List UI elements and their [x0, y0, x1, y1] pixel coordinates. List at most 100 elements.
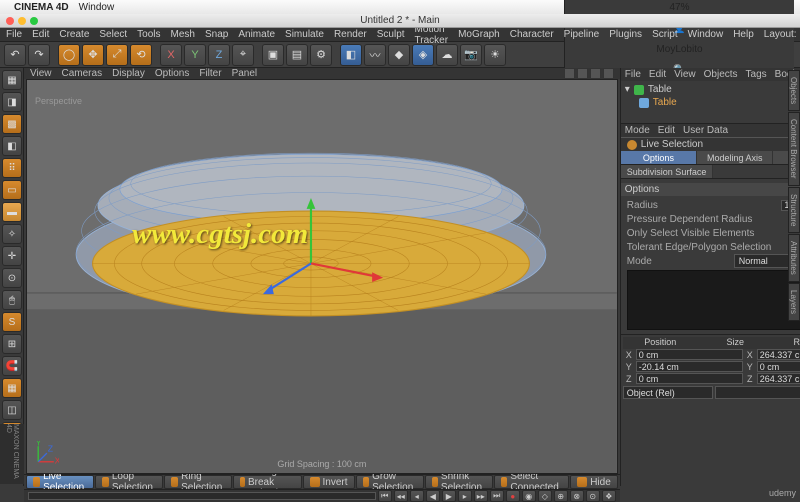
goto-end-icon[interactable]: ⏭ [490, 490, 504, 502]
coordinate-sys-icon[interactable]: ⌖ [232, 44, 254, 66]
om-tags-menu[interactable]: Tags [746, 69, 767, 80]
live-selection-tool-icon[interactable]: ◯ [58, 44, 80, 66]
snap-magnet-icon[interactable]: 🧲 [2, 356, 22, 376]
keyframe-sel-icon[interactable]: ◇ [538, 490, 552, 502]
hide-button[interactable]: Hide [570, 475, 618, 489]
camera-icon[interactable]: 📷 [460, 44, 482, 66]
object-label[interactable]: Table [653, 97, 677, 108]
menu-file[interactable]: File [6, 29, 22, 40]
environment-icon[interactable]: ☁ [436, 44, 458, 66]
goto-start-icon[interactable]: ⏮ [378, 490, 392, 502]
move-tool-icon[interactable]: ✥ [82, 44, 104, 66]
attr-userdata-menu[interactable]: User Data [683, 125, 728, 136]
play-back-icon[interactable]: ◀ [426, 490, 440, 502]
model-mode-icon[interactable]: ◨ [2, 92, 22, 112]
cube-primitive-icon[interactable]: ◧ [340, 44, 362, 66]
menu-window[interactable]: Window [688, 29, 724, 40]
locked-workplane-icon[interactable]: 🖱 [2, 290, 22, 310]
menu-pipeline[interactable]: Pipeline [564, 29, 600, 40]
menu-create[interactable]: Create [59, 29, 89, 40]
tab-subdivision-surface[interactable]: Subdivision Surface [621, 165, 714, 178]
snap-enable-icon[interactable]: S [2, 312, 22, 332]
timeline-track[interactable] [28, 492, 376, 500]
view-menu[interactable]: View [30, 68, 52, 79]
vtab-objects[interactable]: Objects [788, 70, 800, 111]
menu-edit[interactable]: Edit [32, 29, 49, 40]
object-tree[interactable]: ▾ Table Table [621, 81, 800, 111]
live-selection-button[interactable]: Live Selection [26, 475, 94, 489]
light-icon[interactable]: ☀ [484, 44, 506, 66]
attr-mode-menu[interactable]: Mode [625, 125, 650, 136]
invert-button[interactable]: Invert [303, 475, 355, 489]
options-menu[interactable]: Options [155, 68, 189, 79]
render-settings-icon[interactable]: ⚙ [310, 44, 332, 66]
texture-mode-icon[interactable]: ▩ [2, 114, 22, 134]
menu-tools[interactable]: Tools [137, 29, 160, 40]
coord-size-x[interactable] [757, 349, 800, 360]
tweak-mode-icon[interactable]: ✧ [2, 224, 22, 244]
next-key-icon[interactable]: ▸▸ [474, 490, 488, 502]
coord-mode-select[interactable]: Object (Rel) [623, 386, 714, 399]
loop-selection-button[interactable]: Loop Selection [95, 475, 163, 489]
key-pos-icon[interactable]: ⊕ [554, 490, 568, 502]
minimize-button[interactable] [18, 17, 26, 25]
point-mode-icon[interactable]: ⠿ [2, 158, 22, 178]
redo-button[interactable]: ↷ [28, 44, 50, 66]
om-file-menu[interactable]: File [625, 69, 641, 80]
render-pv-icon[interactable]: ▤ [286, 44, 308, 66]
menu-simulate[interactable]: Simulate [285, 29, 324, 40]
generator-icon[interactable]: ◆ [388, 44, 410, 66]
object-axis-mode-icon[interactable]: ◧ [2, 136, 22, 156]
spline-icon[interactable]: 〰 [364, 44, 386, 66]
zoom-button[interactable] [30, 17, 38, 25]
menu-character[interactable]: Character [510, 29, 554, 40]
vtab-layers[interactable]: Layers [788, 283, 800, 321]
display-menu[interactable]: Display [112, 68, 145, 79]
viewport-nav4-icon[interactable] [603, 68, 614, 79]
coord-size-y[interactable] [757, 361, 800, 372]
x-axis-button[interactable]: X [160, 44, 182, 66]
shrink-selection-button[interactable]: Shrink Selection [425, 475, 493, 489]
prev-key-icon[interactable]: ◂◂ [394, 490, 408, 502]
y-axis-button[interactable]: Y [184, 44, 206, 66]
panel-menu[interactable]: Panel [232, 68, 258, 79]
workplane-icon[interactable]: ⊞ [2, 334, 22, 354]
coord-size-z[interactable] [757, 373, 800, 384]
render-view-icon[interactable]: ▣ [262, 44, 284, 66]
viewport[interactable]: Perspective [26, 79, 618, 474]
polygon-mode-icon[interactable]: ▬ [2, 202, 22, 222]
object-row-table-parent[interactable]: ▾ Table [625, 83, 800, 96]
filter-menu[interactable]: Filter [199, 68, 221, 79]
grow-selection-button[interactable]: Grow Selection [356, 475, 424, 489]
scale-tool-icon[interactable]: ⤢ [106, 44, 128, 66]
menu-render[interactable]: Render [334, 29, 367, 40]
menu-help[interactable]: Help [733, 29, 754, 40]
vtab-structure[interactable]: Structure [788, 187, 800, 233]
autokey-icon[interactable]: ◉ [522, 490, 536, 502]
play-fwd-icon[interactable]: ▶ [442, 490, 456, 502]
viewport-solo-icon[interactable]: ⊙ [2, 268, 22, 288]
menu-sculpt[interactable]: Sculpt [377, 29, 405, 40]
tab-options[interactable]: Options [621, 151, 697, 164]
menu-select[interactable]: Select [99, 29, 127, 40]
key-rot-icon[interactable]: ⊙ [586, 490, 600, 502]
record-key-icon[interactable]: ● [506, 490, 520, 502]
om-edit-menu[interactable]: Edit [649, 69, 666, 80]
mac-app-name[interactable]: CINEMA 4D [14, 2, 69, 13]
rotate-tool-icon[interactable]: ⟲ [130, 44, 152, 66]
key-param-icon[interactable]: ❖ [602, 490, 616, 502]
coord-pos-z[interactable] [636, 373, 743, 384]
deformer-icon[interactable]: ◈ [412, 44, 434, 66]
tab-modeling-axis[interactable]: Modeling Axis [697, 151, 773, 164]
viewport-nav2-icon[interactable] [577, 68, 588, 79]
key-scale-icon[interactable]: ⊗ [570, 490, 584, 502]
snap-grid-icon[interactable]: ▦ [2, 378, 22, 398]
enable-axis-icon[interactable]: ✛ [2, 246, 22, 266]
edge-mode-icon[interactable]: ▭ [2, 180, 22, 200]
coord-size-mode-select[interactable] [715, 386, 800, 399]
viewport-nav3-icon[interactable] [590, 68, 601, 79]
z-axis-button[interactable]: Z [208, 44, 230, 66]
om-objects-menu[interactable]: Objects [704, 69, 738, 80]
coord-pos-x[interactable] [636, 349, 743, 360]
viewport-nav1-icon[interactable] [564, 68, 575, 79]
